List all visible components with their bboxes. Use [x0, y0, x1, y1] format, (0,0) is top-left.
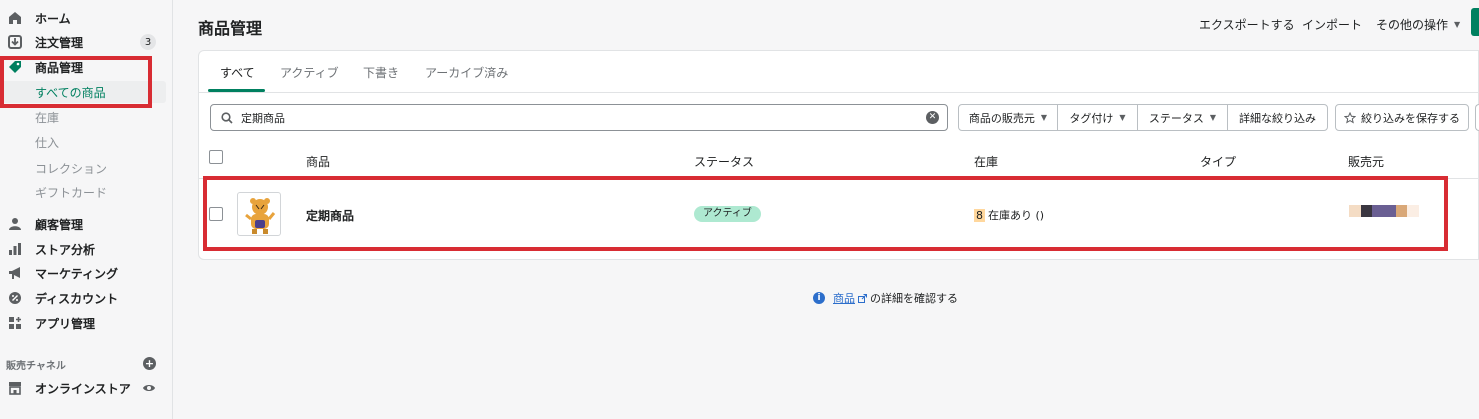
export-button[interactable]: エクスポートする [1199, 16, 1295, 33]
nav-home-label: ホーム [35, 11, 71, 26]
sidebar: ホーム 注文管理 3 商品管理 すべての商品 在庫 仕入 コレクション ギフトカ… [0, 0, 173, 419]
search-input[interactable]: 定期商品 ✕ [210, 104, 948, 131]
caret-down-icon: ▼ [1454, 20, 1461, 29]
select-all-checkbox[interactable] [209, 150, 223, 164]
col-status: ステータス [694, 155, 755, 169]
table-header: 商品 ステータス 在庫 タイプ 販売元 [199, 143, 1478, 179]
orders-count-badge: 3 [140, 34, 156, 50]
tab-draft[interactable]: 下書き [363, 64, 399, 81]
nav-products-label: 商品管理 [35, 60, 84, 75]
tab-archived[interactable]: アーカイブ済み [425, 64, 508, 81]
inventory-cell: 8 在庫あり () [974, 207, 1044, 223]
sales-channels-title: 販売チャネル [6, 361, 66, 372]
nav-customers-label: 顧客管理 [35, 217, 84, 232]
status-badge: アクティブ [694, 206, 761, 222]
row-checkbox[interactable] [209, 207, 223, 221]
nav-analytics-label: ストア分析 [35, 242, 96, 257]
nav-apps-label: アプリ管理 [35, 316, 96, 331]
nav-inventory[interactable]: 在庫 [0, 106, 166, 128]
col-type: タイプ [1200, 155, 1237, 169]
nav-apps[interactable]: アプリ管理 [0, 311, 166, 335]
caret-down-icon: ▼ [1209, 113, 1217, 122]
page-title: 商品管理 [198, 19, 263, 38]
vendor-filter-button[interactable]: 商品の販売元 ▼ [958, 104, 1058, 131]
caret-down-icon: ▼ [1040, 113, 1048, 122]
col-vendor: 販売元 [1348, 155, 1385, 169]
product-thumbnail[interactable] [237, 192, 281, 236]
home-icon [8, 11, 22, 25]
more-actions-label: その他の操作 [1376, 18, 1449, 32]
search-icon [221, 111, 233, 124]
nav-orders[interactable]: 注文管理 3 [0, 30, 166, 54]
product-name[interactable]: 定期商品 [306, 207, 354, 224]
active-tab-indicator [208, 89, 265, 92]
vendor-filter-label: 商品の販売元 [968, 111, 1035, 125]
bar-chart-icon [8, 242, 22, 256]
nav-all-products[interactable]: すべての商品 [0, 81, 166, 103]
eye-icon[interactable] [142, 381, 156, 395]
tagged-filter-button[interactable]: タグ付け ▼ [1057, 104, 1138, 131]
megaphone-icon [8, 266, 22, 280]
caret-down-icon: ▼ [1119, 113, 1126, 122]
col-inventory: 在庫 [974, 155, 999, 169]
nav-orders-label: 注文管理 [35, 35, 84, 50]
more-actions-button[interactable]: その他の操作 ▼ [1376, 16, 1460, 33]
status-filter-button[interactable]: ステータス ▼ [1137, 104, 1228, 131]
nav-transfers[interactable]: 仕入 [0, 131, 166, 153]
search-value: 定期商品 [241, 111, 285, 125]
col-product: 商品 [306, 155, 331, 169]
nav-marketing-label: マーケティング [35, 266, 119, 281]
tab-active[interactable]: アクティブ [280, 64, 339, 81]
orders-icon [8, 35, 22, 49]
external-link-icon [858, 293, 867, 303]
nav-marketing[interactable]: マーケティング [0, 261, 166, 285]
save-filter-label: 絞り込みを保存する [1361, 111, 1460, 125]
inventory-count: 8 [974, 208, 985, 222]
nav-products[interactable]: 商品管理 [0, 55, 166, 79]
add-product-button[interactable] [1471, 8, 1479, 36]
clear-search-icon[interactable]: ✕ [926, 111, 939, 124]
nav-home[interactable]: ホーム [0, 6, 166, 30]
import-button[interactable]: インポート [1302, 16, 1362, 33]
tag-icon [8, 60, 22, 74]
person-icon [8, 217, 22, 231]
nav-online-store-label: オンラインストア [35, 381, 131, 396]
add-channel-button[interactable]: + [143, 357, 156, 370]
info-icon: i [813, 292, 825, 304]
tab-bar: すべて アクティブ 下書き アーカイブ済み [199, 51, 1478, 93]
nav-analytics[interactable]: ストア分析 [0, 237, 166, 261]
help-text: の詳細を確認する [870, 292, 958, 305]
tagged-filter-label: タグ付け [1069, 111, 1114, 125]
nav-customers[interactable]: 顧客管理 [0, 212, 166, 236]
apps-icon [8, 316, 22, 330]
inventory-text: 在庫あり () [988, 209, 1045, 222]
tab-all[interactable]: すべて [220, 64, 255, 81]
sort-button[interactable] [1475, 104, 1479, 131]
save-filter-button[interactable]: 絞り込みを保存する [1335, 104, 1469, 131]
table-row[interactable]: 定期商品 アクティブ 8 在庫あり () [199, 180, 1478, 250]
star-icon [1344, 111, 1356, 124]
nav-collections[interactable]: コレクション [0, 157, 166, 179]
nav-discounts[interactable]: ディスカウント [0, 286, 166, 310]
help-footer: i 商品 の詳細を確認する [813, 290, 958, 306]
nav-gift-cards[interactable]: ギフトカード [0, 181, 166, 203]
products-card: すべて アクティブ 下書き アーカイブ済み 定期商品 ✕ 商品の販売元 ▼ タグ付… [198, 50, 1479, 260]
status-filter-label: ステータス [1148, 111, 1204, 125]
store-icon [8, 381, 22, 395]
vendor-redacted [1349, 205, 1420, 217]
tiger-image-icon [245, 198, 276, 234]
products-help-link[interactable]: 商品 [833, 290, 855, 306]
discount-icon [8, 291, 22, 305]
more-filters-button[interactable]: 詳細な絞り込み [1227, 104, 1328, 131]
nav-discounts-label: ディスカウント [35, 291, 119, 306]
